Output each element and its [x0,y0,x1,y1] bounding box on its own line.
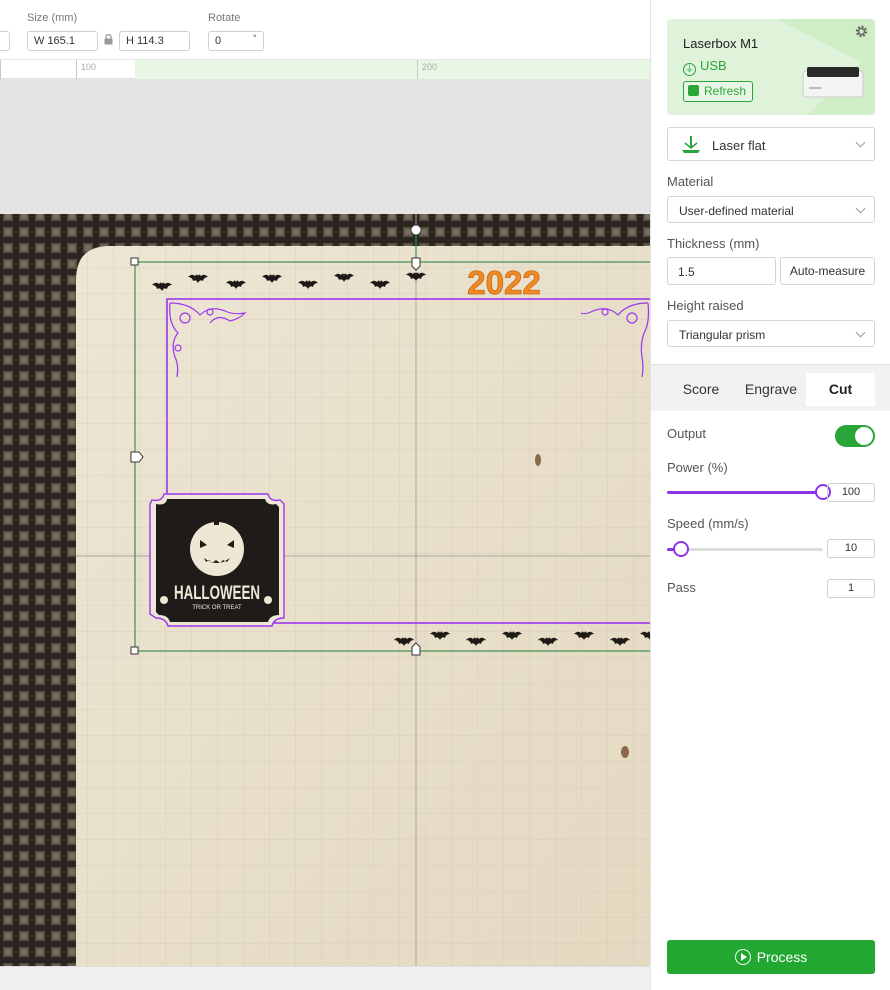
usb-icon: ⏚ [683,63,696,76]
refresh-icon [688,85,699,96]
laser-flat-icon [682,136,700,153]
auto-measure-button[interactable]: Auto-measure [780,257,875,285]
resize-handle-top-left[interactable] [130,257,139,266]
chevron-down-icon [855,327,866,338]
height-raised-label: Height raised [667,298,744,313]
halloween-subtitle: TRICK OR TREAT [192,605,242,611]
output-label: Output [667,426,707,441]
horizontal-ruler: 100 200 [0,60,650,79]
material-label: Material [667,174,714,189]
height-raised-select[interactable]: Triangular prism [667,320,875,347]
process-label: Process [756,949,808,965]
ruler-tick [417,60,418,79]
speed-slider[interactable] [667,541,823,557]
material-select[interactable]: User-defined material [667,196,875,223]
pass-input[interactable]: 1 [827,579,875,598]
wood-knot [621,746,629,758]
resize-handle-bottom-left[interactable] [130,646,139,655]
output-toggle[interactable] [835,425,875,447]
chevron-down-icon [855,137,866,148]
laserbox-device-image [802,67,864,98]
size-label: Size (mm) [27,12,78,24]
toolbar: Size (mm) W 165.1 H 114.3 Rotate 0 ° [0,0,650,60]
material-value: User-defined material [679,204,794,218]
rotate-label: Rotate [208,12,241,24]
wood-knot [535,454,541,466]
ruler-tick [0,60,1,79]
refresh-button[interactable]: Refresh [683,81,754,102]
degree-unit: ° [253,33,257,43]
canvas-bottom-bar [0,966,650,990]
pumpkin-icon [190,522,244,576]
ruler-selection-highlight [135,60,650,79]
power-slider[interactable] [667,484,831,500]
mode-value: Laser flat [712,138,766,153]
gear-icon[interactable] [854,24,869,39]
refresh-label: Refresh [704,84,747,98]
tab-cut[interactable]: Cut [806,373,875,406]
pass-label: Pass [667,580,696,595]
year-text[interactable]: 2022 [467,264,541,302]
settings-panel: Laserbox M1 ⏚ USB Refresh Laser flat Mate… [650,0,890,990]
device-card[interactable]: Laserbox M1 ⏚ USB Refresh [667,19,875,115]
process-tabs: Score Engrave Cut [651,364,890,411]
speed-label: Speed (mm/s) [667,516,749,531]
device-name: Laserbox M1 [683,36,759,51]
lock-icon[interactable] [104,34,113,45]
canvas-drawing: 2022 HALLOWEEN TRICK OR TREAT [0,214,650,966]
power-input[interactable]: 100 [827,483,875,502]
thickness-label: Thickness (mm) [667,236,760,251]
rotate-handle[interactable] [410,224,422,236]
speed-slider-handle[interactable] [673,541,690,557]
width-input[interactable]: W 165.1 [27,31,98,51]
speed-input[interactable]: 10 [827,539,875,558]
connection-status: ⏚ USB [683,58,727,76]
processing-mode-select[interactable]: Laser flat [667,127,875,161]
ruler-tick-label: 100 [81,62,97,72]
tab-engrave[interactable]: Engrave [737,373,805,406]
power-label: Power (%) [667,460,728,475]
ruler-tick-label: 200 [422,62,438,72]
ruler-tick [76,60,77,79]
halloween-badge[interactable]: HALLOWEEN TRICK OR TREAT [149,493,285,627]
height-raised-value: Triangular prism [679,328,766,342]
height-input[interactable]: H 114.3 [119,31,190,51]
play-icon [734,949,751,965]
toggle-knob [855,427,873,445]
connection-label: USB [700,58,727,73]
halloween-title: HALLOWEEN [174,583,260,604]
process-button[interactable]: Process [667,940,875,974]
tab-score[interactable]: Score [667,373,735,406]
power-slider-fill [667,491,823,494]
thickness-input[interactable]: 1.5 [667,257,776,285]
x-field-edge[interactable] [0,31,10,51]
work-canvas[interactable]: 2022 HALLOWEEN TRICK OR TREAT [0,79,650,966]
chevron-down-icon [855,203,866,214]
